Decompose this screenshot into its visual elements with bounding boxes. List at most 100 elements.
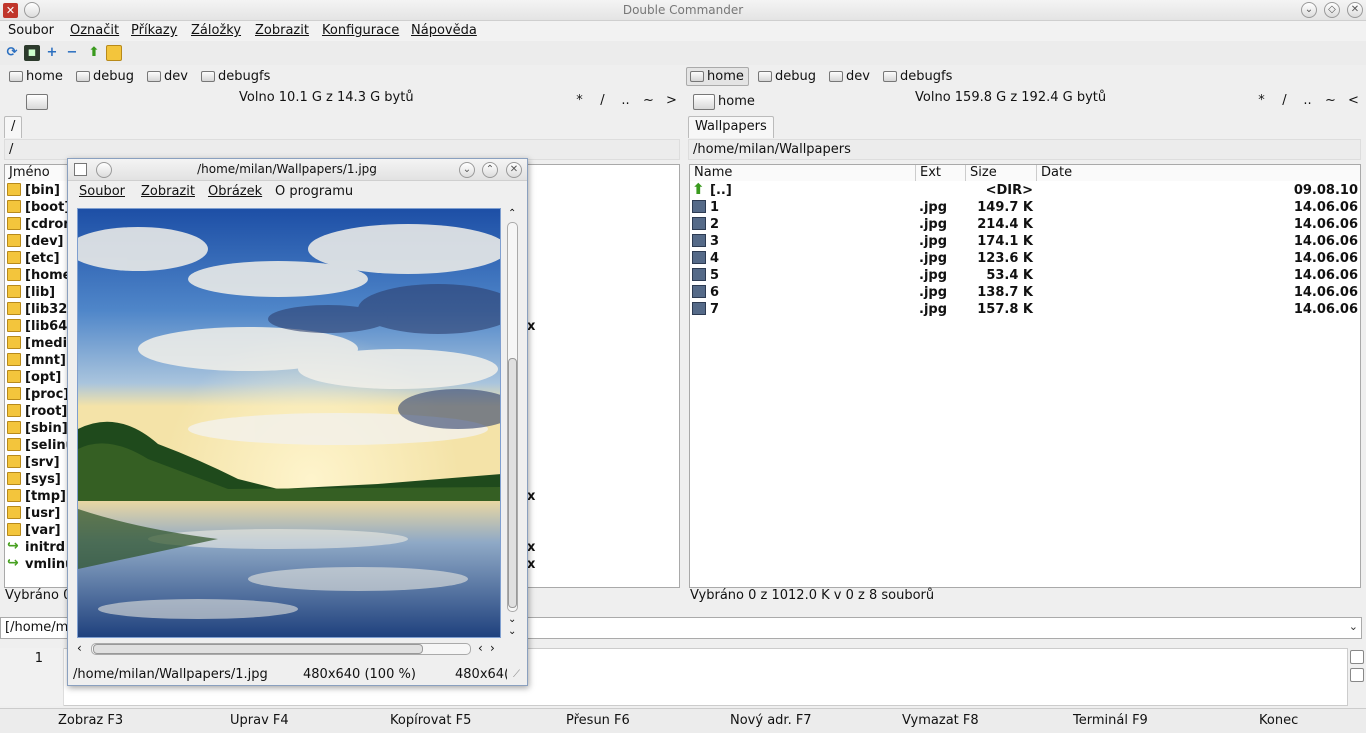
notes-icon[interactable] xyxy=(106,45,122,61)
viewer-menu-o-programu[interactable]: O programu xyxy=(275,184,353,199)
minus-icon[interactable]: − xyxy=(64,45,80,61)
cell-date: 14.06.06 xyxy=(1293,217,1358,232)
scroll-up-icon[interactable]: ⌃ xyxy=(508,208,516,219)
left-drive-home[interactable]: home xyxy=(5,67,68,86)
expand-checkbox[interactable] xyxy=(1350,650,1364,664)
right-drive-debugfs[interactable]: debugfs xyxy=(879,67,957,86)
vertical-scroll-thumb[interactable] xyxy=(508,358,517,608)
left-drive-debugfs[interactable]: debugfs xyxy=(197,67,275,86)
right-drive-home[interactable]: home xyxy=(686,67,749,86)
table-row[interactable]: ⬆ [..] <DIR> 09.08.10 xyxy=(690,182,1360,199)
image-viewer-window[interactable]: /home/milan/Wallpapers/1.jpg ⌄ ⌃ ✕ Soubo… xyxy=(67,158,528,686)
horizontal-scroll-thumb[interactable] xyxy=(93,644,423,654)
mkdir-f7-button[interactable]: Nový adr. F7 xyxy=(730,713,812,728)
move-f6-button[interactable]: Přesun F6 xyxy=(566,713,630,728)
right-path-bar[interactable]: /home/milan/Wallpapers xyxy=(688,139,1361,160)
right-col-size[interactable]: Size xyxy=(966,165,1037,181)
viewer-menu-soubor[interactable]: Soubor xyxy=(79,184,125,199)
scroll-down-icon[interactable]: ⌄ xyxy=(508,614,516,625)
scroll-down-icon-2[interactable]: ⌄ xyxy=(508,626,516,637)
view-f3-button[interactable]: Zobraz F3 xyxy=(58,713,123,728)
cell-size: 149.7 K xyxy=(977,200,1033,215)
other-panel-nav-button[interactable]: < xyxy=(1342,93,1365,108)
other-panel-nav-button[interactable]: > xyxy=(660,93,683,108)
cell-name: 6 xyxy=(710,285,720,300)
resize-grip-icon[interactable]: ⟋ xyxy=(513,669,520,680)
root-nav-button[interactable]: * xyxy=(568,93,591,108)
right-file-list[interactable]: Name Ext Size Date ⬆ [..] <DIR> 09.08.10 1 .j… xyxy=(689,164,1361,588)
file-name: [var] xyxy=(25,523,61,538)
parent-nav-button[interactable]: .. xyxy=(1296,93,1319,108)
scroll-left-icon[interactable]: ‹ xyxy=(77,641,82,655)
home-nav-button[interactable]: ~ xyxy=(637,93,660,108)
viewer-maximize-button[interactable]: ⌃ xyxy=(482,162,498,178)
cell-size: 157.8 K xyxy=(977,302,1033,317)
table-row[interactable]: 6 .jpg 138.7 K 14.06.06 xyxy=(690,284,1360,301)
menu-konfigurace[interactable]: Konfigurace xyxy=(322,23,399,38)
parent-dir-icon: ⬆ xyxy=(692,180,705,198)
table-row[interactable]: 2 .jpg 214.4 K 14.06.06 xyxy=(690,216,1360,233)
edit-f4-button[interactable]: Uprav F4 xyxy=(230,713,289,728)
file-name: initrd xyxy=(25,540,66,555)
table-row[interactable]: 4 .jpg 123.6 K 14.06.06 xyxy=(690,250,1360,267)
copy-f5-button[interactable]: Kopírovat F5 xyxy=(390,713,471,728)
wrap-checkbox[interactable] xyxy=(1350,668,1364,682)
slash-nav-button[interactable]: / xyxy=(591,93,614,108)
maximize-button[interactable]: ◇ xyxy=(1324,2,1340,18)
left-drive-debug[interactable]: debug xyxy=(72,67,139,86)
viewer-vertical-scrollbar[interactable]: ⌃ ⌄ ⌄ xyxy=(505,208,520,638)
home-nav-button[interactable]: ~ xyxy=(1319,93,1342,108)
file-name: [tmp] xyxy=(25,489,66,504)
minimize-button[interactable]: ⌄ xyxy=(1301,2,1317,18)
left-drive-icon[interactable] xyxy=(26,94,48,110)
cell-date: 14.06.06 xyxy=(1293,251,1358,266)
left-tab-root[interactable]: / xyxy=(4,116,23,138)
drive-label: dev xyxy=(846,69,870,84)
menu-prikazy[interactable]: Příkazy xyxy=(131,23,177,38)
menu-zobrazit[interactable]: Zobrazit xyxy=(255,23,309,38)
right-drive-dev[interactable]: dev xyxy=(825,67,875,86)
cell-ext: .jpg xyxy=(919,285,948,300)
attr-mark: x xyxy=(527,540,536,555)
table-row[interactable]: 1 .jpg 149.7 K 14.06.06 xyxy=(690,199,1360,216)
viewer-minimize-button[interactable]: ⌄ xyxy=(459,162,475,178)
menu-oznacit[interactable]: Označit xyxy=(70,23,119,38)
file-name: [mnt] xyxy=(25,353,66,368)
cell-name: 1 xyxy=(710,200,720,215)
command-history-chevron-down-icon[interactable]: ⌄ xyxy=(1349,620,1358,633)
scroll-right-icon[interactable]: › xyxy=(490,641,495,655)
left-path-bar[interactable]: / xyxy=(4,139,680,160)
right-drive-debug[interactable]: debug xyxy=(754,67,821,86)
cell-size: <DIR> xyxy=(985,183,1033,198)
right-col-ext[interactable]: Ext xyxy=(916,165,966,181)
menu-napoveda[interactable]: Nápověda xyxy=(411,23,477,38)
exit-button[interactable]: Konec xyxy=(1259,713,1298,728)
terminal-icon[interactable]: ▪ xyxy=(24,45,40,61)
viewer-menu-zobrazit[interactable]: Zobrazit xyxy=(141,184,195,199)
up-directory-icon[interactable]: ⬆ xyxy=(86,45,102,61)
delete-f8-button[interactable]: Vymazat F8 xyxy=(902,713,979,728)
terminal-f9-button[interactable]: Terminál F9 xyxy=(1073,713,1148,728)
root-nav-button[interactable]: * xyxy=(1250,93,1273,108)
viewer-close-button[interactable]: ✕ xyxy=(506,162,522,178)
right-col-name[interactable]: Name xyxy=(690,165,916,181)
parent-nav-button[interactable]: .. xyxy=(614,93,637,108)
table-row[interactable]: 5 .jpg 53.4 K 14.06.06 xyxy=(690,267,1360,284)
menu-soubor[interactable]: Soubor xyxy=(8,23,54,38)
table-row[interactable]: 3 .jpg 174.1 K 14.06.06 xyxy=(690,233,1360,250)
viewer-horizontal-scrollbar[interactable]: ‹ ‹ › xyxy=(77,641,501,656)
cell-ext: .jpg xyxy=(919,234,948,249)
right-drive-icon[interactable] xyxy=(693,94,715,110)
window-menu-icon[interactable] xyxy=(24,2,40,18)
menu-zalozky[interactable]: Záložky xyxy=(191,23,241,38)
slash-nav-button[interactable]: / xyxy=(1273,93,1296,108)
scroll-left-icon-2[interactable]: ‹ xyxy=(478,641,483,655)
plus-icon[interactable]: + xyxy=(44,45,60,61)
left-drive-dev[interactable]: dev xyxy=(143,67,193,86)
close-button[interactable]: ✕ xyxy=(1347,2,1363,18)
refresh-icon[interactable]: ⟳ xyxy=(4,45,20,61)
right-tab-wallpapers[interactable]: Wallpapers xyxy=(688,116,774,138)
table-row[interactable]: 7 .jpg 157.8 K 14.06.06 xyxy=(690,301,1360,318)
right-col-date[interactable]: Date xyxy=(1037,165,1360,181)
viewer-menu-obrazek[interactable]: Obrázek xyxy=(208,184,262,199)
